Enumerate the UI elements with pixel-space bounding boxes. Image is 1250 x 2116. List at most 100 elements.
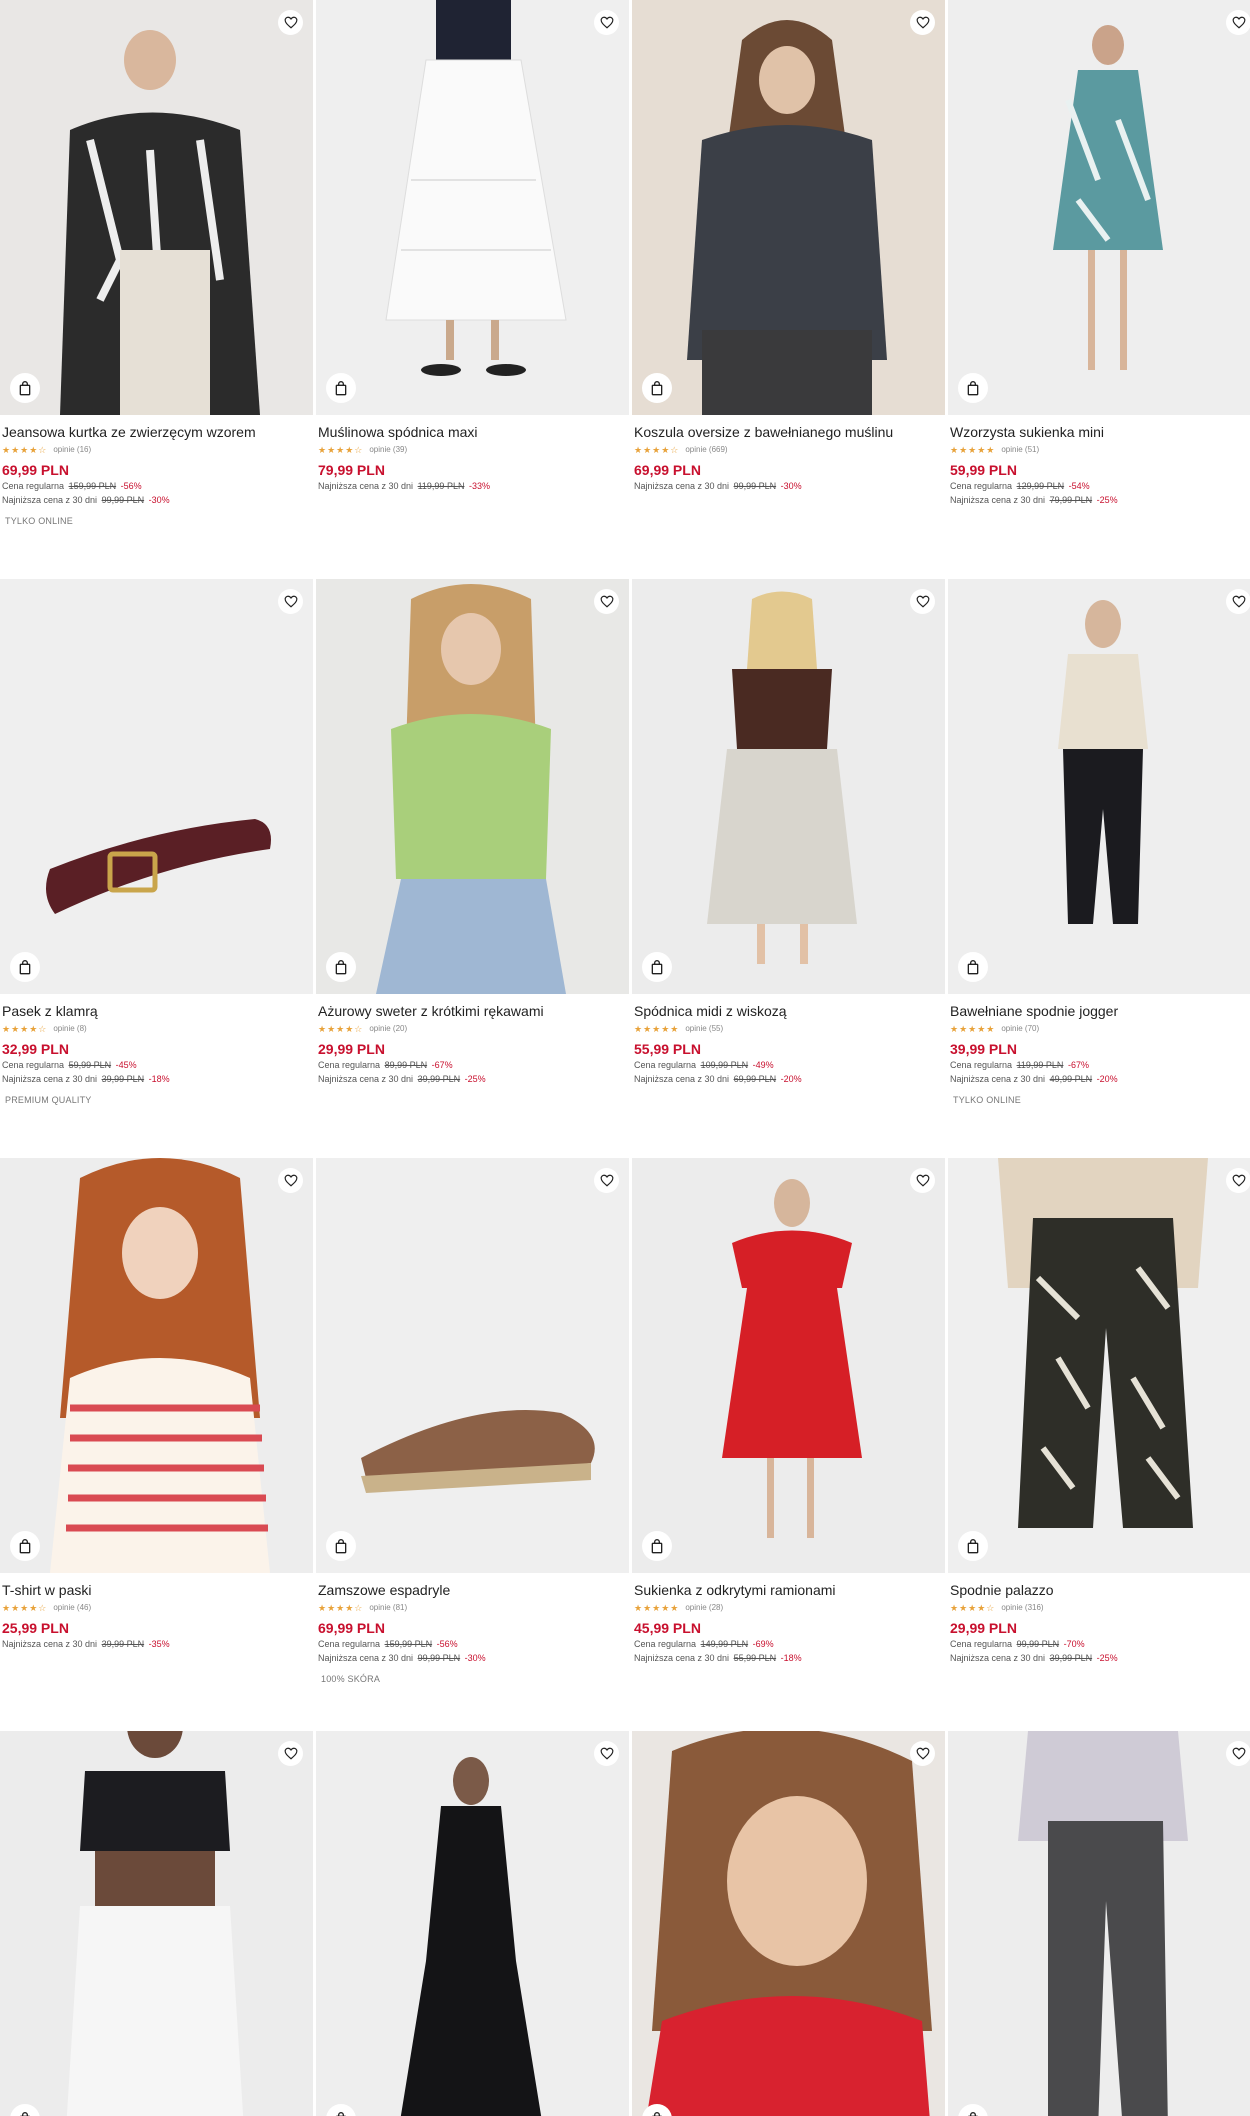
product-card[interactable]: Bawełniane spodnie jogger ★★★★★ opinie (70… bbox=[948, 579, 1250, 1105]
product-card[interactable]: Wzorzysta sukienka mini ★★★★★ opinie (51) 5… bbox=[948, 0, 1250, 506]
product-title[interactable]: Zamszowe espadryle bbox=[318, 1581, 627, 1599]
lowest-discount: -25% bbox=[1096, 495, 1118, 505]
product-image[interactable] bbox=[948, 0, 1250, 415]
product-card[interactable]: Spodnie palazzo ★★★★☆ opinie (316) 29,99 PL… bbox=[948, 1158, 1250, 1664]
product-card[interactable]: Pasek z klamrą ★★★★☆ opinie (8) 32,99 PLN Ce… bbox=[0, 579, 313, 1105]
heart-icon[interactable] bbox=[910, 10, 935, 35]
bag-icon[interactable] bbox=[642, 1531, 672, 1561]
lowest-price-label: Najniższa cena z 30 dni bbox=[634, 481, 730, 491]
review-count[interactable]: opinie (316) bbox=[1001, 1602, 1043, 1614]
product-title[interactable]: Sukienka z odkrytymi ramionami bbox=[634, 1581, 943, 1599]
product-card[interactable]: Sukienka z odkrytymi ramionami ★★★★★ opini… bbox=[632, 1158, 945, 1664]
product-card[interactable]: Ażurowy sweter z krótkimi rękawami ★★★★☆ o… bbox=[316, 579, 629, 1085]
regular-price-row: Cena regularna 159,99 PLN -56% bbox=[318, 1639, 627, 1650]
heart-icon[interactable] bbox=[594, 10, 619, 35]
regular-price-row: Cena regularna 149,99 PLN -69% bbox=[634, 1639, 943, 1650]
product-image[interactable] bbox=[316, 1158, 629, 1573]
rating: ★★★★☆ opinie (39) bbox=[318, 444, 627, 456]
bag-icon[interactable] bbox=[10, 373, 40, 403]
product-card[interactable]: Koszula oversize z bawełnianego muślinu ★… bbox=[632, 0, 945, 492]
heart-icon[interactable] bbox=[1226, 1168, 1250, 1193]
product-image[interactable] bbox=[632, 1158, 945, 1573]
review-count[interactable]: opinie (81) bbox=[369, 1602, 407, 1614]
heart-icon[interactable] bbox=[278, 589, 303, 614]
product-card[interactable] bbox=[316, 1731, 629, 2116]
heart-icon[interactable] bbox=[594, 1741, 619, 1766]
product-image[interactable] bbox=[316, 579, 629, 994]
heart-icon[interactable] bbox=[1226, 589, 1250, 614]
product-title[interactable]: Muślinowa spódnica maxi bbox=[318, 423, 627, 441]
bag-icon[interactable] bbox=[642, 952, 672, 982]
review-count[interactable]: opinie (51) bbox=[1001, 444, 1039, 456]
product-card[interactable] bbox=[632, 1731, 945, 2116]
heart-icon[interactable] bbox=[1226, 10, 1250, 35]
product-card[interactable] bbox=[0, 1731, 313, 2116]
product-image[interactable] bbox=[0, 0, 313, 415]
bag-icon[interactable] bbox=[958, 1531, 988, 1561]
product-info: Zamszowe espadryle ★★★★☆ opinie (81) 69,99 … bbox=[316, 1573, 629, 1684]
heart-icon[interactable] bbox=[910, 589, 935, 614]
review-count[interactable]: opinie (20) bbox=[369, 1023, 407, 1035]
product-info: Pasek z klamrą ★★★★☆ opinie (8) 32,99 PLN Ce… bbox=[0, 994, 313, 1105]
bag-icon[interactable] bbox=[326, 373, 356, 403]
star-rating: ★★★★☆ bbox=[318, 1024, 364, 1034]
product-title[interactable]: Koszula oversize z bawełnianego muślinu bbox=[634, 423, 943, 441]
regular-discount: -67% bbox=[431, 1060, 453, 1070]
product-title[interactable]: Spódnica midi z wiskozą bbox=[634, 1002, 943, 1020]
product-title[interactable]: Wzorzysta sukienka mini bbox=[950, 423, 1250, 441]
current-price: 69,99 PLN bbox=[2, 462, 69, 478]
product-title[interactable]: Spodnie palazzo bbox=[950, 1581, 1250, 1599]
product-photo bbox=[316, 579, 629, 994]
product-title[interactable]: Bawełniane spodnie jogger bbox=[950, 1002, 1250, 1020]
bag-icon[interactable] bbox=[642, 373, 672, 403]
bag-icon[interactable] bbox=[10, 952, 40, 982]
heart-icon[interactable] bbox=[278, 10, 303, 35]
bag-icon[interactable] bbox=[958, 373, 988, 403]
product-card[interactable] bbox=[948, 1731, 1250, 2116]
product-card[interactable]: Spódnica midi z wiskozą ★★★★★ opinie (55) 5… bbox=[632, 579, 945, 1085]
heart-icon[interactable] bbox=[594, 589, 619, 614]
product-card[interactable]: Jeansowa kurtka ze zwierzęcym wzorem ★★★★… bbox=[0, 0, 313, 526]
product-card[interactable]: Zamszowe espadryle ★★★★☆ opinie (81) 69,99 … bbox=[316, 1158, 629, 1684]
product-image[interactable] bbox=[948, 1158, 1250, 1573]
current-price: 25,99 PLN bbox=[2, 1620, 69, 1636]
heart-icon[interactable] bbox=[910, 1168, 935, 1193]
bag-icon[interactable] bbox=[326, 952, 356, 982]
product-image[interactable] bbox=[0, 1158, 313, 1573]
bag-icon[interactable] bbox=[10, 1531, 40, 1561]
bag-icon[interactable] bbox=[326, 1531, 356, 1561]
bag-icon[interactable] bbox=[958, 952, 988, 982]
product-photo bbox=[632, 0, 945, 415]
review-count[interactable]: opinie (70) bbox=[1001, 1023, 1039, 1035]
heart-icon[interactable] bbox=[910, 1741, 935, 1766]
heart-icon[interactable] bbox=[1226, 1741, 1250, 1766]
review-count[interactable]: opinie (46) bbox=[53, 1602, 91, 1614]
product-image[interactable] bbox=[948, 1731, 1250, 2116]
product-info: Bawełniane spodnie jogger ★★★★★ opinie (70… bbox=[948, 994, 1250, 1105]
product-image[interactable] bbox=[632, 1731, 945, 2116]
product-title[interactable]: Pasek z klamrą bbox=[2, 1002, 311, 1020]
product-title[interactable]: T-shirt w paski bbox=[2, 1581, 311, 1599]
product-title[interactable]: Jeansowa kurtka ze zwierzęcym wzorem bbox=[2, 423, 311, 441]
review-count[interactable]: opinie (8) bbox=[53, 1023, 86, 1035]
product-card[interactable]: Muślinowa spódnica maxi ★★★★☆ opinie (39) 7… bbox=[316, 0, 629, 492]
heart-icon[interactable] bbox=[278, 1168, 303, 1193]
heart-icon[interactable] bbox=[594, 1168, 619, 1193]
regular-discount: -69% bbox=[752, 1639, 774, 1649]
product-image[interactable] bbox=[316, 0, 629, 415]
product-image[interactable] bbox=[632, 579, 945, 994]
product-image[interactable] bbox=[0, 579, 313, 994]
lowest-old-price: 39,99 PLN bbox=[101, 1639, 145, 1649]
product-card[interactable]: T-shirt w paski ★★★★☆ opinie (46) 25,99 PLN… bbox=[0, 1158, 313, 1650]
product-image[interactable] bbox=[316, 1731, 629, 2116]
product-title[interactable]: Ażurowy sweter z krótkimi rękawami bbox=[318, 1002, 627, 1020]
product-image[interactable] bbox=[632, 0, 945, 415]
review-count[interactable]: opinie (28) bbox=[685, 1602, 723, 1614]
review-count[interactable]: opinie (669) bbox=[685, 444, 727, 456]
product-image[interactable] bbox=[948, 579, 1250, 994]
heart-icon[interactable] bbox=[278, 1741, 303, 1766]
review-count[interactable]: opinie (55) bbox=[685, 1023, 723, 1035]
review-count[interactable]: opinie (39) bbox=[369, 444, 407, 456]
review-count[interactable]: opinie (16) bbox=[53, 444, 91, 456]
product-image[interactable] bbox=[0, 1731, 313, 2116]
